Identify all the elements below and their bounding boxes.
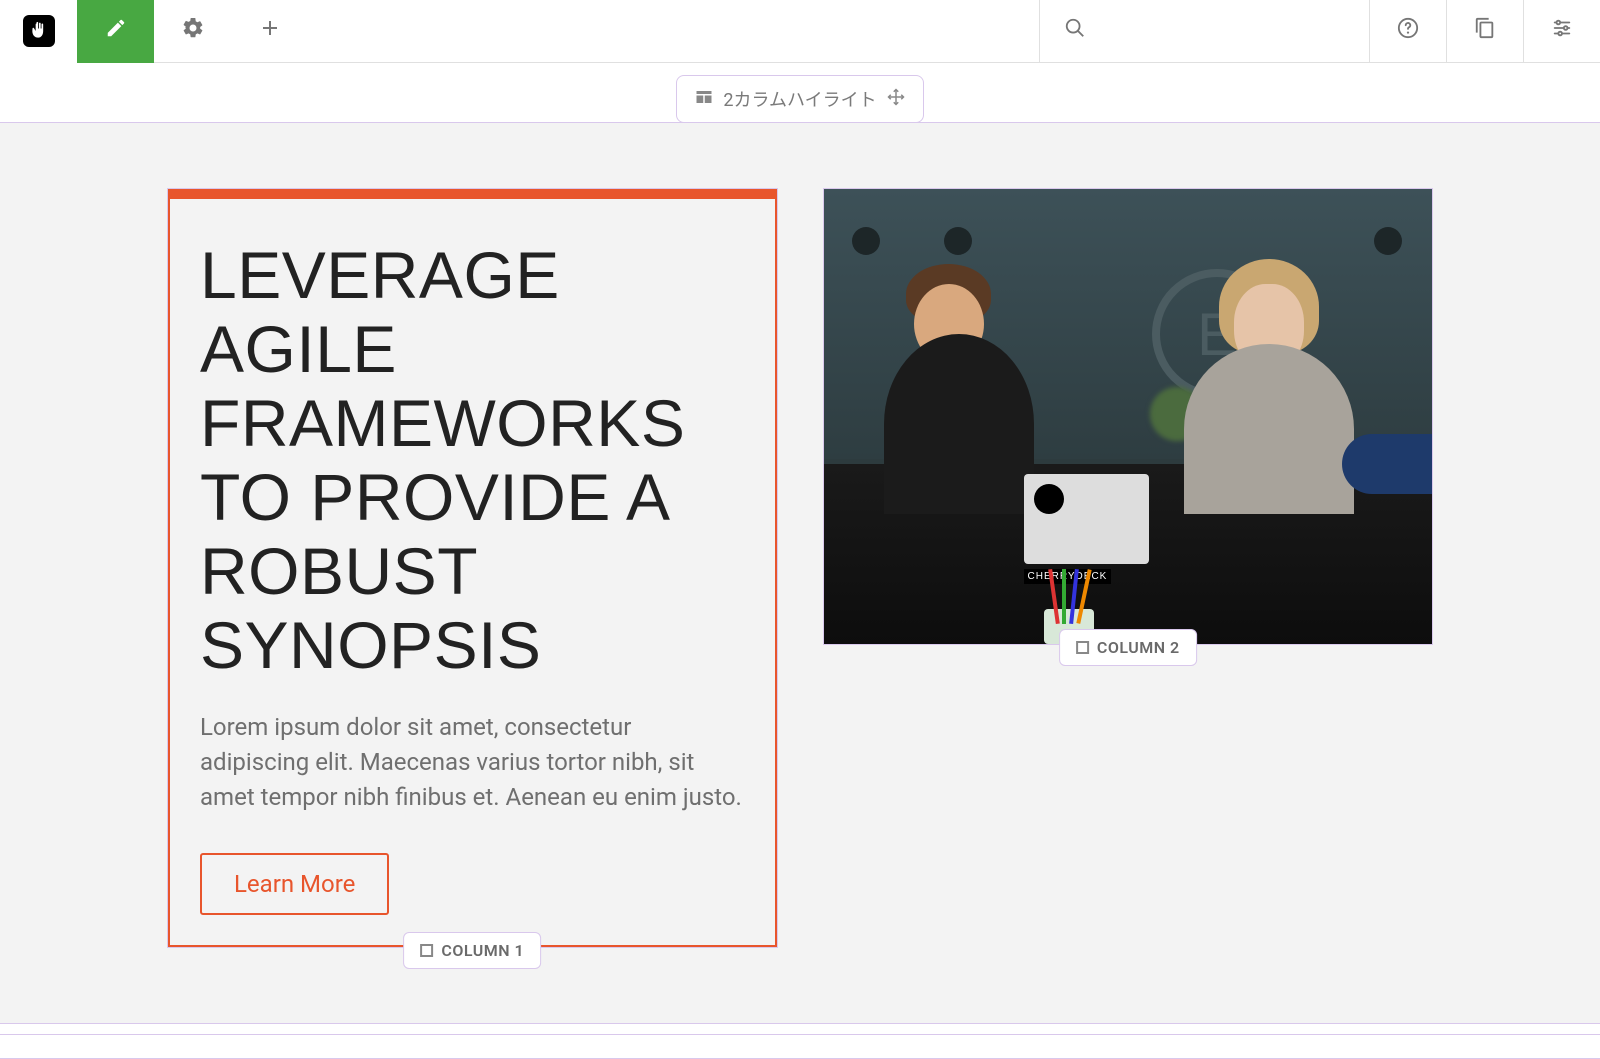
help-icon [1397, 17, 1419, 45]
topbar-left [0, 0, 308, 63]
gear-icon [181, 16, 205, 46]
add-block-button[interactable] [231, 0, 308, 63]
square-icon [1076, 641, 1089, 654]
sliders-icon [1551, 17, 1573, 45]
block-selection-outline: LEVERAGE AGILE FRAMEWORKS TO PROVIDE A R… [0, 122, 1600, 1024]
editor-canvas: 2カラムハイライト LEVERAGE AGILE FRAMEWORKS TO P… [0, 63, 1600, 1059]
two-column-section: LEVERAGE AGILE FRAMEWORKS TO PROVIDE A R… [0, 123, 1600, 1023]
copy-button[interactable] [1446, 0, 1523, 63]
search-button[interactable] [1039, 0, 1369, 63]
column-2[interactable]: E CHERRYDECK COLUMN 2 [823, 188, 1434, 645]
settings-button[interactable] [154, 0, 231, 63]
edit-mode-button[interactable] [77, 0, 154, 63]
block-label-row: 2カラムハイライト [0, 63, 1600, 123]
column-2-badge[interactable]: COLUMN 2 [1059, 629, 1197, 666]
column-1[interactable]: LEVERAGE AGILE FRAMEWORKS TO PROVIDE A R… [167, 188, 778, 948]
column-1-badge[interactable]: COLUMN 1 [403, 932, 541, 969]
pencil-icon [105, 17, 127, 45]
column-1-content: LEVERAGE AGILE FRAMEWORKS TO PROVIDE A R… [168, 189, 777, 947]
learn-more-button[interactable]: Learn More [200, 853, 389, 915]
column-2-badge-label: COLUMN 2 [1097, 638, 1180, 657]
columns-icon [695, 88, 713, 111]
body-text[interactable]: Lorem ipsum dolor sit amet, consectetur … [200, 710, 745, 814]
copy-icon [1474, 17, 1496, 45]
topbar-right [1369, 0, 1600, 63]
column-2-image[interactable]: E CHERRYDECK [824, 189, 1433, 644]
heading-text[interactable]: LEVERAGE AGILE FRAMEWORKS TO PROVIDE A R… [200, 239, 745, 682]
app-topbar [0, 0, 1600, 63]
block-type-text: 2カラムハイライト [723, 86, 876, 112]
move-icon[interactable] [887, 88, 905, 111]
sliders-button[interactable] [1523, 0, 1600, 63]
column-1-badge-label: COLUMN 1 [441, 941, 524, 960]
block-type-label[interactable]: 2カラムハイライト [676, 75, 923, 123]
square-icon [420, 944, 433, 957]
help-button[interactable] [1369, 0, 1446, 63]
block-divider-bottom [0, 1034, 1600, 1059]
plus-icon [258, 16, 282, 46]
accent-bar [170, 191, 775, 199]
hand-icon [23, 15, 55, 47]
app-logo-button[interactable] [0, 0, 77, 63]
search-icon [1064, 17, 1086, 45]
